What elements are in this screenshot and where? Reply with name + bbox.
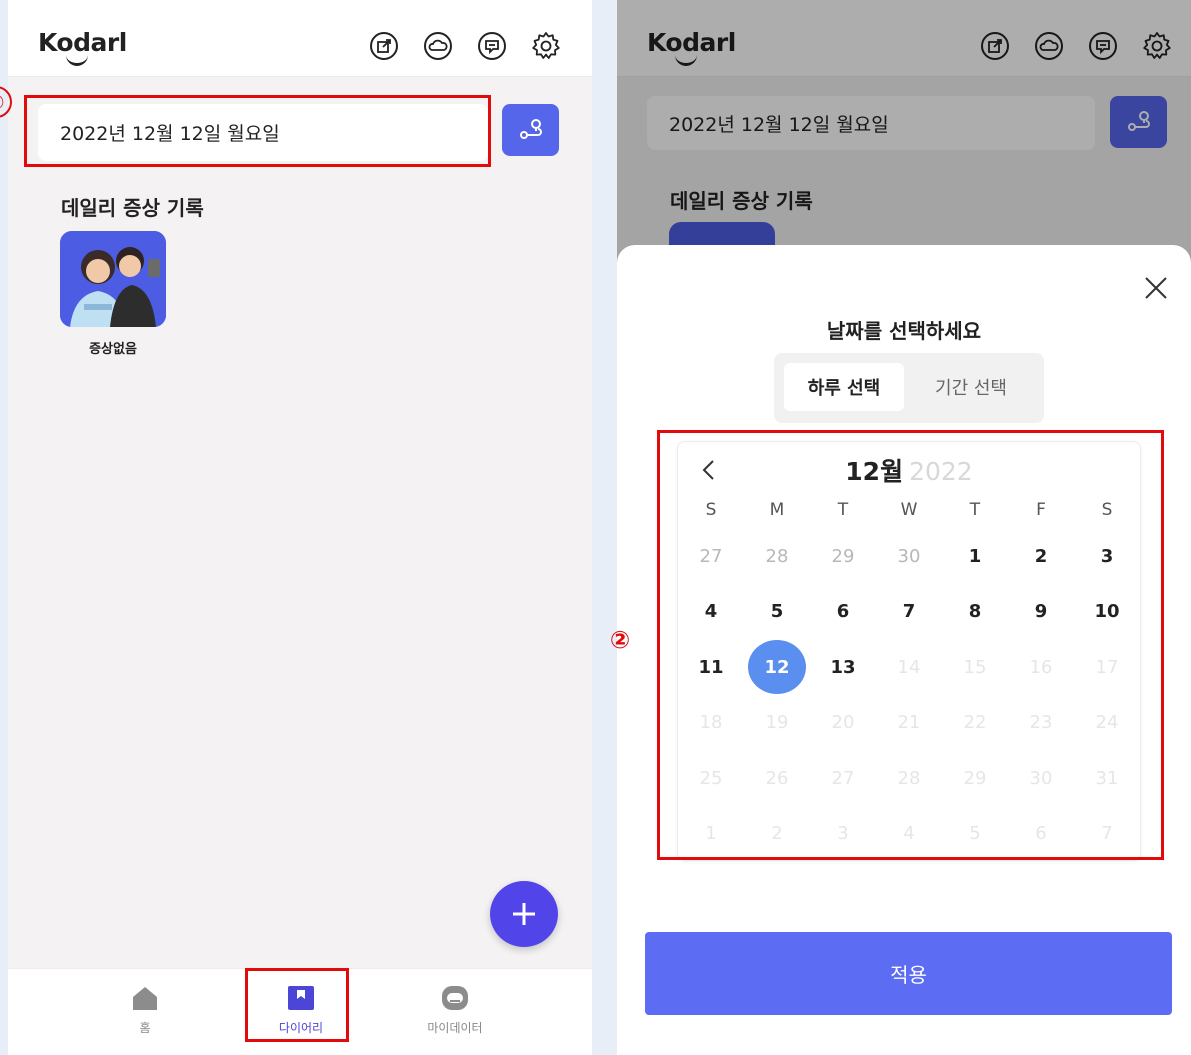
logo-smile bbox=[66, 55, 88, 66]
highlight-box-diary bbox=[245, 968, 349, 1042]
selection-mode-toggle: 하루 선택 기간 선택 bbox=[774, 353, 1044, 423]
add-button[interactable] bbox=[490, 881, 558, 947]
nav-home[interactable]: 홈 bbox=[90, 979, 200, 1036]
apply-button[interactable]: 적용 bbox=[645, 932, 1172, 1015]
top-bar: Kodarl bbox=[8, 0, 592, 77]
tab-date-range[interactable]: 기간 선택 bbox=[911, 363, 1031, 411]
diary-screen: Kodarl 2022년 12월 12일 월요일 데일리 증상 기록 증상없음 … bbox=[8, 0, 592, 1055]
route-pin-icon bbox=[519, 119, 542, 139]
nav-mydata-label: 마이데이터 bbox=[427, 1021, 483, 1035]
people-illustration bbox=[60, 231, 166, 327]
close-icon[interactable] bbox=[1141, 273, 1171, 303]
share-icon[interactable] bbox=[368, 30, 400, 62]
date-picker-screen: Kodarl 2022년 12월 12일 월요일 데일리 증상 기록 날짜를 선… bbox=[617, 0, 1191, 1055]
section-title: 데일리 증상 기록 bbox=[61, 196, 204, 220]
annotation-marker-2: ② bbox=[609, 626, 631, 654]
app-logo: Kodarl bbox=[38, 28, 127, 57]
top-icons bbox=[368, 30, 562, 62]
sheet-title: 날짜를 선택하세요 bbox=[826, 319, 982, 343]
route-map-button[interactable] bbox=[502, 104, 559, 156]
nav-home-label: 홈 bbox=[139, 1021, 151, 1035]
chat-bubble-icon bbox=[442, 986, 468, 1010]
highlight-box-date bbox=[24, 95, 491, 167]
symptom-card[interactable] bbox=[60, 231, 166, 327]
tab-single-day[interactable]: 하루 선택 bbox=[784, 363, 904, 411]
plus-icon bbox=[513, 903, 535, 925]
highlight-box-calendar bbox=[657, 430, 1164, 860]
nav-mydata[interactable]: 마이데이터 bbox=[400, 979, 510, 1036]
cloud-icon[interactable] bbox=[422, 30, 454, 62]
gear-icon[interactable] bbox=[530, 30, 562, 62]
message-icon[interactable] bbox=[476, 30, 508, 62]
home-icon bbox=[133, 987, 157, 1010]
symptom-label: 증상없음 bbox=[89, 342, 137, 357]
